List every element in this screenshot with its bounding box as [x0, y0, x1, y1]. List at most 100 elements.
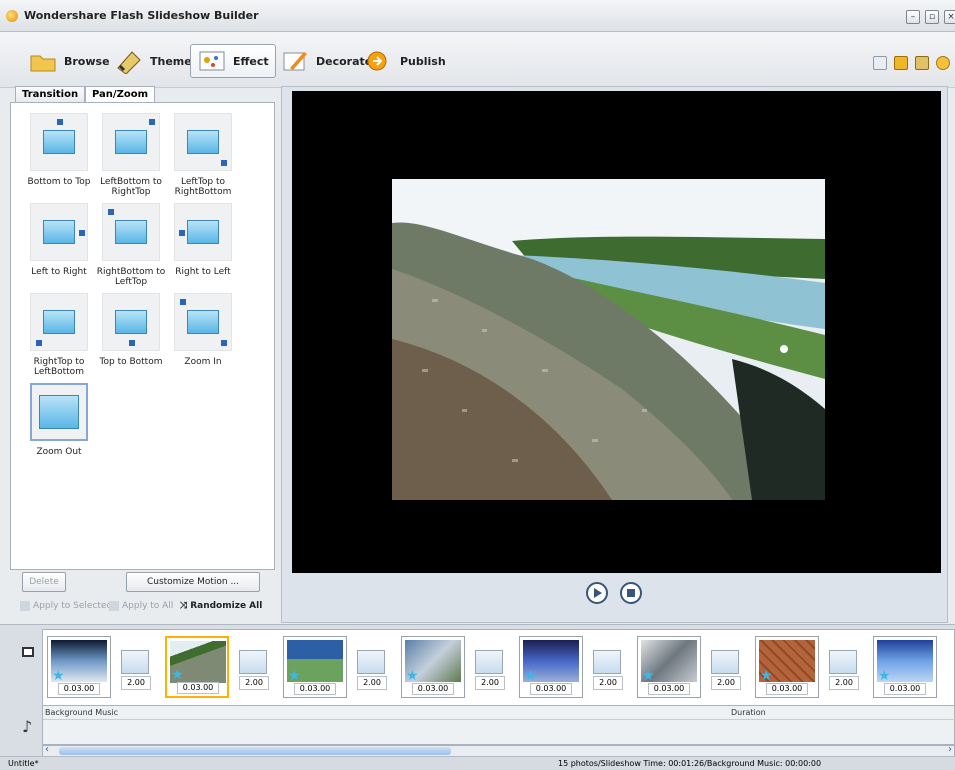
pan-zoom-star-icon: ★: [760, 668, 773, 684]
timeline-slide[interactable]: ★ 0.03.00: [519, 636, 583, 698]
arrow-left-icon: [174, 203, 232, 261]
settings-icon[interactable]: [915, 56, 929, 70]
slideshow-summary: 15 photos/Slideshow Time: 00:01:26/Backg…: [558, 759, 822, 768]
effect-leftbottom-to-righttop[interactable]: LeftBottom to RightTop: [95, 113, 167, 197]
timeline-panel: ★ 0.03.00 2.00 ★ 0.03.00 2.00 ★ 0.03.00: [0, 624, 955, 770]
pan-zoom-star-icon: ★: [288, 668, 301, 684]
music-note-icon: ♪: [22, 717, 33, 736]
tab-pan-zoom[interactable]: Pan/Zoom: [85, 86, 155, 103]
timeline-slide[interactable]: ★ 0.03.00: [401, 636, 465, 698]
timeline-slide[interactable]: ★ 0.03.00: [873, 636, 937, 698]
transition-duration: 2.00: [829, 676, 859, 690]
arrow-right-icon: [30, 203, 88, 261]
theme-icon: [114, 48, 144, 75]
close-button[interactable]: ×: [944, 10, 955, 24]
transition-duration: 2.00: [121, 676, 151, 690]
transition-icon: [357, 650, 385, 674]
theme-button[interactable]: Theme: [108, 44, 198, 78]
arrow-downleft-icon: [30, 293, 88, 351]
effects-list: Bottom to Top LeftBottom to RightTop Lef…: [10, 102, 275, 570]
slide-duration: 0.03.00: [294, 683, 336, 695]
apply-to-selected-button[interactable]: Apply to Selected: [20, 601, 112, 611]
effect-zoom-in[interactable]: Zoom In: [167, 293, 239, 367]
pan-zoom-star-icon: ★: [406, 668, 419, 684]
background-music-label: Background Music: [45, 708, 119, 717]
timeline-slide[interactable]: ★ 0.03.00: [47, 636, 111, 698]
window-title: Wondershare Flash Slideshow Builder: [24, 9, 259, 22]
document-name: Untitle*: [8, 759, 39, 768]
effects-panel: Transition Pan/Zoom Bottom to Top LeftBo…: [10, 86, 275, 621]
arrow-downright-icon: [174, 113, 232, 171]
effect-lefttop-to-rightbottom[interactable]: LeftTop to RightBottom: [167, 113, 239, 197]
timeline-transition[interactable]: 2.00: [239, 650, 269, 696]
help-icon[interactable]: [936, 56, 950, 70]
transition-icon: [121, 650, 149, 674]
scroll-right-icon[interactable]: ›: [948, 744, 952, 755]
effect-left-to-right[interactable]: Left to Right: [23, 203, 95, 277]
scroll-left-icon[interactable]: ‹: [45, 744, 49, 755]
background-music-track[interactable]: Background Music Duration: [42, 705, 955, 745]
app-window: Wondershare Flash Slideshow Builder – ▫ …: [0, 0, 955, 770]
storyboard-icon[interactable]: [22, 647, 34, 657]
title-bar: Wondershare Flash Slideshow Builder – ▫ …: [0, 0, 955, 32]
apply-all-flag-icon: [109, 601, 119, 611]
zoom-in-icon: [174, 293, 232, 351]
timeline-transition[interactable]: 2.00: [593, 650, 623, 696]
apply-to-all-button[interactable]: Apply to All: [109, 601, 173, 611]
preview-screen: [292, 91, 941, 573]
timeline-slide[interactable]: ★ 0.03.00: [283, 636, 347, 698]
arrow-upleft-icon: [102, 203, 160, 261]
effect-button[interactable]: Effect: [190, 44, 276, 78]
duration-label: Duration: [731, 708, 766, 717]
theme-label: Theme: [150, 54, 192, 68]
effect-zoom-out[interactable]: Zoom Out: [23, 383, 95, 457]
slide-duration: 0.03.00: [530, 683, 572, 695]
transition-icon: [711, 650, 739, 674]
timeline-transition[interactable]: 2.00: [711, 650, 741, 696]
restore-button[interactable]: ▫: [925, 10, 939, 24]
timeline-slide[interactable]: ★ 0.03.00: [165, 636, 229, 698]
pan-zoom-star-icon: ★: [878, 668, 891, 684]
randomize-all-button[interactable]: ⤨ Randomize All: [180, 601, 262, 611]
shuffle-icon: ⤨: [180, 601, 188, 611]
effect-top-to-bottom[interactable]: Top to Bottom: [95, 293, 167, 367]
scrollbar-thumb[interactable]: [59, 747, 451, 755]
timeline-transition[interactable]: 2.00: [475, 650, 505, 696]
customize-motion-button[interactable]: Customize Motion ...: [126, 572, 260, 592]
transition-icon: [829, 650, 857, 674]
timeline-slide[interactable]: ★ 0.03.00: [637, 636, 701, 698]
transition-icon: [593, 650, 621, 674]
transition-duration: 2.00: [593, 676, 623, 690]
effect-rightbottom-to-lefttop[interactable]: RightBottom to LeftTop: [95, 203, 167, 287]
slide-duration: 0.03.00: [177, 682, 219, 694]
slide-duration: 0.03.00: [884, 683, 926, 695]
browse-button[interactable]: Browse: [22, 44, 116, 78]
play-button[interactable]: [586, 582, 608, 604]
timeline-transition[interactable]: 2.00: [829, 650, 859, 696]
stop-button[interactable]: [620, 582, 642, 604]
browse-label: Browse: [64, 54, 110, 68]
effect-bottom-to-top[interactable]: Bottom to Top: [23, 113, 95, 187]
delete-button[interactable]: Delete: [22, 572, 66, 592]
transition-duration: 2.00: [357, 676, 387, 690]
tab-transition[interactable]: Transition: [15, 86, 86, 102]
pan-zoom-star-icon: ★: [52, 668, 65, 684]
save-icon[interactable]: [894, 56, 908, 70]
transition-duration: 2.00: [239, 676, 269, 690]
arrow-upright-icon: [102, 113, 160, 171]
timeline-transition[interactable]: 2.00: [357, 650, 387, 696]
minimize-button[interactable]: –: [906, 10, 920, 24]
publish-button[interactable]: Publish: [358, 44, 452, 78]
zoom-out-icon: [30, 383, 88, 441]
timeline-transition[interactable]: 2.00: [121, 650, 151, 696]
timeline-slide[interactable]: ★ 0.03.00: [755, 636, 819, 698]
publish-icon: [364, 48, 394, 74]
slide-duration: 0.03.00: [58, 683, 100, 695]
music-track-line: [43, 719, 955, 720]
effect-right-to-left[interactable]: Right to Left: [167, 203, 239, 277]
new-project-icon[interactable]: [873, 56, 887, 70]
publish-label: Publish: [400, 54, 446, 68]
arrow-down-icon: [102, 293, 160, 351]
app-icon: [6, 10, 18, 22]
effect-righttop-to-leftbottom[interactable]: RightTop to LeftBottom: [23, 293, 95, 377]
